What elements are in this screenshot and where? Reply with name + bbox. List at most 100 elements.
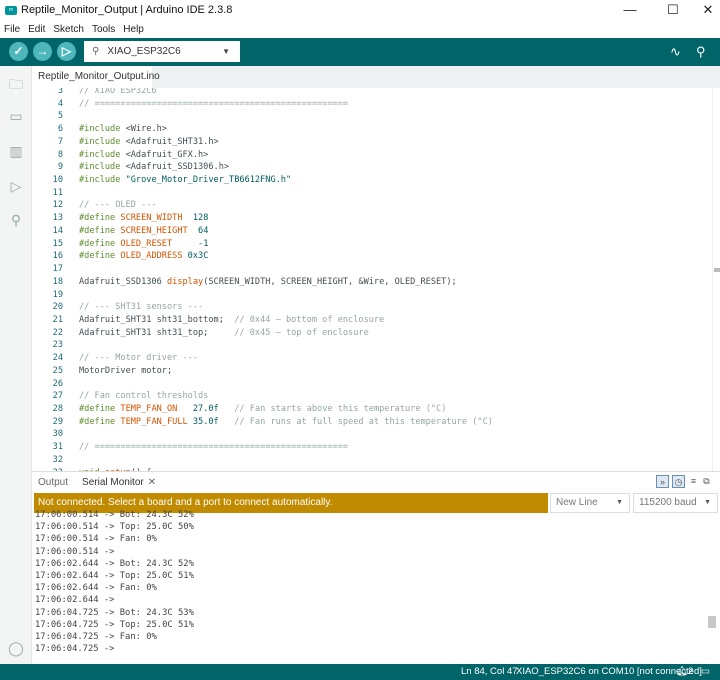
- board-port-status[interactable]: XIAO_ESP32C6 on COM10 [not connected]: [516, 664, 702, 680]
- line-number: 14: [52, 225, 63, 236]
- line-number: 19: [52, 289, 63, 300]
- line-number: 5: [57, 111, 63, 122]
- autoscroll-icon[interactable]: »: [656, 475, 669, 488]
- baud-rate-select[interactable]: 115200 baud ▼: [633, 493, 718, 513]
- code-token: -1: [172, 238, 209, 249]
- chevron-down-icon: ▼: [616, 499, 623, 506]
- code-line: 13 #define SCREEN_WIDTH 128: [32, 212, 712, 225]
- library-icon[interactable]: ▥: [7, 143, 25, 159]
- code-token: SCREEN_WIDTH: [120, 213, 183, 224]
- toggle-panel-icon[interactable]: ▭: [701, 664, 710, 680]
- serial-line: 17:06:02.644 -> Fan: 0%: [35, 583, 157, 594]
- code-token: display: [166, 276, 204, 287]
- serial-line: 17:06:04.725 -> Bot: 24.3C 53%: [35, 607, 194, 618]
- board-manager-icon[interactable]: ▭: [7, 108, 25, 124]
- line-number: 16: [52, 251, 63, 262]
- code-token: // Fan starts above this temperature (°C…: [218, 404, 447, 414]
- line-number: 12: [52, 200, 63, 211]
- search-icon[interactable]: ⚲: [7, 212, 25, 228]
- close-button[interactable]: ✕: [690, 0, 720, 20]
- notification-icon[interactable]: 🔔︎: [676, 664, 688, 680]
- menu-tools[interactable]: Tools: [92, 24, 115, 35]
- timestamp-icon[interactable]: ◷: [672, 475, 685, 488]
- menu-file[interactable]: File: [4, 24, 20, 35]
- account-icon[interactable]: ◯: [7, 640, 25, 656]
- editor-scrollbar[interactable]: [712, 88, 720, 471]
- maximize-button[interactable]: ☐: [655, 0, 691, 20]
- code-token: // 0x44 — bottom of enclosure: [234, 314, 385, 325]
- activity-sidebar: 🗀 ▭ ▥ ▷ ⚲ ◯: [0, 66, 32, 664]
- debug-icon[interactable]: ▷: [7, 178, 25, 194]
- line-ending-value: New Line: [556, 497, 598, 508]
- debug-button[interactable]: ▷: [57, 42, 76, 61]
- code-token: // --- OLED ---: [79, 200, 157, 211]
- line-number: 31: [52, 442, 63, 453]
- minimize-button[interactable]: —: [612, 0, 648, 20]
- serial-scrollbar-thumb[interactable]: [708, 616, 716, 628]
- scrollbar-thumb[interactable]: [714, 268, 720, 272]
- code-editor[interactable]: 3 // XIAO ESP32C6 4 // ====================…: [32, 88, 712, 471]
- code-line: 30: [32, 428, 712, 441]
- verify-button[interactable]: ✓: [9, 42, 28, 61]
- code-token: #define: [79, 225, 121, 236]
- menu-edit[interactable]: Edit: [28, 24, 45, 35]
- cursor-position[interactable]: Ln 84, Col 47: [461, 664, 518, 680]
- code-line: 8 #include <Adafruit_GFX.h>: [32, 149, 712, 162]
- code-token: <Wire.h>: [125, 124, 167, 135]
- code-line: 32: [32, 454, 712, 467]
- status-bar: Ln 84, Col 47 XIAO_ESP32C6 on COM10 [not…: [0, 664, 720, 680]
- menu-bar: File Edit Sketch Tools Help: [0, 20, 152, 38]
- tab-output[interactable]: Output: [38, 477, 68, 488]
- toolbar: ✓ → ▷ ⚲ XIAO_ESP32C6 ▼ ∿ ⚲: [0, 38, 720, 66]
- code-line: 12 // --- OLED ---: [32, 199, 712, 212]
- code-token: // --- SHT31 sensors ---: [79, 302, 204, 313]
- clear-output-icon[interactable]: ≡: [687, 475, 700, 488]
- line-number: 25: [52, 365, 63, 376]
- code-token: // =====================================…: [79, 98, 349, 109]
- menu-sketch[interactable]: Sketch: [53, 24, 84, 35]
- code-line: 14 #define SCREEN_HEIGHT 64: [32, 225, 712, 238]
- code-line: 27 // Fan control thresholds: [32, 390, 712, 403]
- code-line: 25 MotorDriver motor;: [32, 365, 712, 378]
- board-selector[interactable]: ⚲ XIAO_ESP32C6 ▼: [84, 41, 240, 62]
- code-token: #include: [79, 136, 126, 147]
- serial-monitor-icon[interactable]: ⚲: [696, 44, 706, 60]
- folder-icon[interactable]: 🗀: [7, 74, 25, 92]
- code-line: 6 #include <Wire.h>: [32, 123, 712, 136]
- window-title: Reptile_Monitor_Output | Arduino IDE 2.3…: [21, 4, 233, 16]
- usb-icon: ⚲: [92, 46, 100, 57]
- upload-button[interactable]: →: [33, 42, 52, 61]
- serial-line: 17:06:00.514 -> Top: 25.0C 50%: [35, 522, 194, 533]
- chevron-down-icon: ▼: [222, 47, 230, 56]
- code-line: 24 // --- Motor driver ---: [32, 352, 712, 365]
- code-line: 7 #include <Adafruit_SHT31.h>: [32, 136, 712, 149]
- code-token: MotorDriver motor;: [79, 365, 173, 376]
- tab-serial-monitor[interactable]: Serial Monitor: [82, 477, 144, 488]
- line-number: 13: [52, 213, 63, 224]
- code-line: 5: [32, 110, 712, 123]
- code-line: 28 #define TEMP_FAN_ON 27.0f // Fan start…: [32, 403, 712, 416]
- notification-count: 2: [688, 666, 694, 677]
- code-token: Adafruit_SHT31 sht31_top;: [79, 327, 235, 338]
- close-icon[interactable]: ✕: [148, 477, 156, 488]
- line-number: 6: [57, 124, 63, 135]
- code-token: // XIAO ESP32C6: [79, 88, 157, 96]
- line-number: 29: [52, 416, 63, 427]
- copy-icon[interactable]: ⧉: [700, 475, 713, 488]
- serial-line: 17:06:02.644 ->: [35, 595, 115, 606]
- line-number: 23: [52, 340, 63, 351]
- code-token: 64: [187, 225, 209, 236]
- code-token: Adafruit_SHT31 sht31_bottom;: [79, 314, 235, 325]
- serial-line: 17:06:00.514 ->: [35, 546, 115, 557]
- line-ending-select[interactable]: New Line ▼: [550, 493, 630, 513]
- line-number: 9: [57, 162, 63, 173]
- code-token: TEMP_FAN_FULL: [120, 416, 188, 427]
- menu-help[interactable]: Help: [123, 24, 144, 35]
- code-line: 19: [32, 289, 712, 302]
- tab-sketch-file[interactable]: Reptile_Monitor_Output.ino: [32, 66, 160, 88]
- serial-line: 17:06:02.644 -> Top: 25.0C 51%: [35, 571, 194, 581]
- line-number: 11: [52, 187, 63, 198]
- serial-plotter-icon[interactable]: ∿: [670, 44, 681, 60]
- code-line: 17: [32, 263, 712, 276]
- code-token: <Adafruit_SHT31.h>: [125, 136, 219, 147]
